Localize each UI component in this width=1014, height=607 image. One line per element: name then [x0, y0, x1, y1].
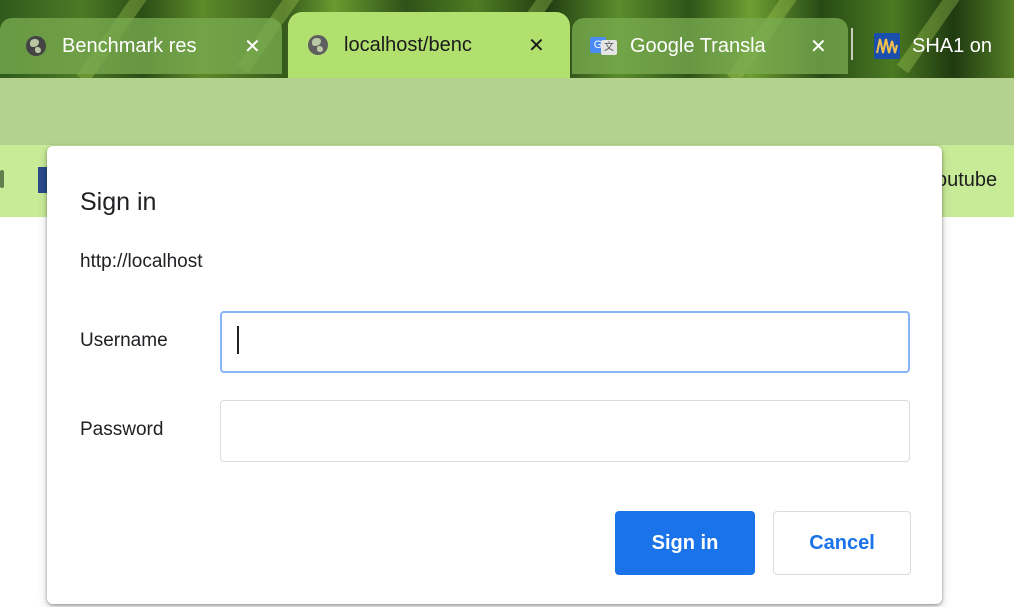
tab-sha1[interactable]: SHA1 on — [856, 18, 1014, 74]
close-tab-icon[interactable]: ✕ — [810, 34, 827, 59]
tab-strip: Benchmark res ✕ localhost/benc ✕ G文 Goog… — [0, 0, 1014, 78]
tab-title: SHA1 on — [912, 34, 993, 57]
tab-title: Benchmark res — [62, 34, 197, 57]
browser-toolbar — [0, 78, 1014, 145]
google-translate-icon: G文 — [590, 37, 618, 55]
sign-in-button[interactable]: Sign in — [615, 511, 755, 575]
dialog-origin: http://localhost — [80, 251, 203, 272]
sign-in-dialog: Sign in http://localhost Username Passwo… — [47, 146, 942, 604]
password-input[interactable] — [220, 400, 910, 462]
close-tab-icon[interactable]: ✕ — [528, 33, 545, 58]
tab-benchmark-results[interactable]: Benchmark res ✕ — [0, 18, 282, 74]
cancel-button[interactable]: Cancel — [773, 511, 911, 575]
tab-localhost[interactable]: localhost/benc ✕ — [288, 12, 570, 78]
sha1-site-icon — [874, 33, 900, 59]
password-label: Password — [80, 419, 164, 440]
globe-icon — [308, 35, 328, 55]
username-input[interactable] — [220, 311, 910, 373]
text-caret — [237, 326, 239, 354]
tab-google-translate[interactable]: G文 Google Transla ✕ — [572, 18, 848, 74]
tab-separator — [851, 28, 853, 60]
dialog-title: Sign in — [80, 188, 157, 216]
username-label: Username — [80, 330, 168, 351]
bookmark-youtube[interactable]: outube — [936, 169, 997, 192]
bookmark-icon[interactable] — [0, 170, 4, 188]
close-tab-icon[interactable]: ✕ — [244, 34, 261, 59]
globe-icon — [26, 36, 46, 56]
tab-title: Google Transla — [630, 34, 766, 57]
tab-title: localhost/benc — [344, 33, 472, 56]
